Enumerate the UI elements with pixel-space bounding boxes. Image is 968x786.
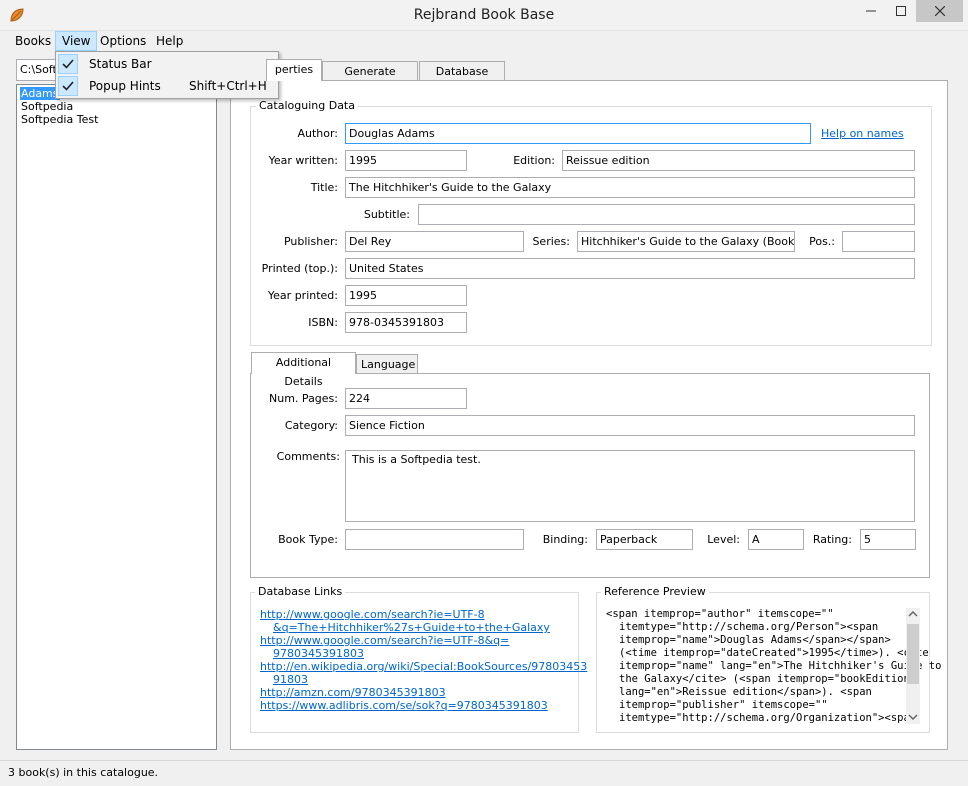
printed-label: Printed (top.): [261,262,338,275]
reference-line: lang="en">Reissue edition</span>). <span [619,686,872,698]
help-on-names-link[interactable]: Help on names [821,127,904,140]
tab-properties[interactable]: perties [266,59,322,81]
isbn-field[interactable]: 978-0345391803 [345,312,467,333]
minimize-button[interactable] [856,0,886,22]
category-field[interactable]: Sience Fiction [345,415,915,436]
menu-popup-hints[interactable]: Popup Hints [89,75,161,97]
db-link-google-1[interactable]: http://www.google.com/search?ie=UTF-8 [260,608,485,621]
author-field[interactable]: Douglas Adams [345,123,811,144]
menu-status-bar[interactable]: Status Bar [89,53,152,75]
reference-line: itemtype="http://schema.org/Person"><spa… [619,621,879,633]
year-written-field[interactable]: 1995 [345,150,467,171]
menu-books[interactable]: Books [9,31,57,51]
reference-line: the Galaxy</cite> (<span itemprop="bookE… [619,673,917,685]
tab-language[interactable]: Language [356,354,418,374]
category-label: Category: [284,419,338,432]
db-link-wikipedia-cont[interactable]: 91803 [273,673,308,686]
reference-line: <span itemprop="author" itemscope="" [606,608,834,620]
title-bar: Rejbrand Book Base [0,0,968,31]
author-label: Author: [297,127,338,140]
book-type-field[interactable] [345,529,524,550]
printed-field[interactable]: United States [345,258,915,279]
menu-bar: Books View Options Help [0,31,968,51]
db-link-google-2[interactable]: http://www.google.com/search?ie=UTF-8&q= [260,634,509,647]
menu-options[interactable]: Options [94,31,152,51]
checkmark-icon [62,81,74,91]
popup-hints-shortcut: Shift+Ctrl+H [189,79,267,93]
db-links-title: Database Links [255,585,346,599]
maximize-icon [896,6,906,16]
status-text: 3 book(s) in this catalogue. [8,766,159,779]
close-icon [934,6,945,16]
list-item[interactable]: Adams [20,87,60,100]
level-label: Level: [707,533,740,546]
year-printed-field[interactable]: 1995 [345,285,467,306]
list-item[interactable]: Softpedia [20,100,74,113]
db-link-amazon[interactable]: http://amzn.com/9780345391803 [260,686,446,699]
rating-label: Rating: [812,533,852,546]
minimize-icon [866,10,876,12]
subtitle-label: Subtitle: [363,208,410,221]
status-bar-check [58,54,78,74]
binding-field[interactable]: Paperback [596,529,693,550]
pos-label: Pos.: [809,235,835,248]
subtitle-field[interactable] [418,204,915,225]
reference-line: itemtype="http://schema.org/Organization… [619,712,917,724]
maximize-button[interactable] [886,0,916,22]
level-field[interactable]: A [748,529,804,550]
scroll-up-icon[interactable] [908,610,918,618]
cataloguing-group-title: Cataloguing Data [256,99,358,113]
title-label: Title: [310,181,338,194]
pos-field[interactable] [842,231,915,252]
year-printed-label: Year printed: [267,289,338,302]
pages-label: Num. Pages: [269,392,338,405]
view-menu-dropdown: Status Bar Popup Hints Shift+Ctrl+H [55,51,279,99]
series-field[interactable]: Hitchhiker's Guide to the Galaxy (Book 1… [577,231,795,252]
publisher-label: Publisher: [283,235,338,248]
db-link-google-2-cont[interactable]: 9780345391803 [273,647,364,660]
pages-field[interactable]: 224 [345,388,467,409]
reference-title: Reference Preview [601,585,709,599]
reference-scrollbar[interactable] [906,608,920,724]
db-link-google-1-cont[interactable]: &q=The+Hitchhiker%27s+Guide+to+the+Galax… [273,621,550,634]
isbn-label: ISBN: [308,316,338,329]
catalogue-list[interactable]: Adams Softpedia Softpedia Test [16,84,217,750]
status-bar: 3 book(s) in this catalogue. [0,760,968,786]
comments-field[interactable]: This is a Softpedia test. [345,450,915,522]
edition-label: Edition: [513,154,555,167]
title-field[interactable]: The Hitchhiker's Guide to the Galaxy [345,177,915,198]
rating-field[interactable]: 5 [860,529,916,550]
publisher-field[interactable]: Del Rey [345,231,524,252]
reference-line: (<time itemprop="dateCreated">1995</time… [619,647,929,659]
binding-label: Binding: [542,533,588,546]
db-link-wikipedia[interactable]: http://en.wikipedia.org/wiki/Special:Boo… [260,660,587,673]
edition-field[interactable]: Reissue edition [562,150,915,171]
close-button[interactable] [916,0,963,22]
window-title: Rejbrand Book Base [413,7,555,23]
menu-help[interactable]: Help [150,31,189,51]
scroll-thumb[interactable] [907,624,919,684]
comments-label: Comments: [276,450,340,463]
year-written-label: Year written: [268,154,338,167]
reference-line: itemprop="publisher" itemscope="" [619,699,828,711]
list-item[interactable]: Softpedia Test [20,113,99,126]
checkmark-icon [62,59,74,69]
menu-view[interactable]: View [55,31,98,51]
popup-hints-check [58,76,78,96]
tab-database-links[interactable]: Database Links [419,61,505,97]
scroll-down-icon[interactable] [908,713,918,721]
tab-generate-report[interactable]: Generate Report [322,61,418,97]
tab-additional-details[interactable]: Additional Details [251,352,356,388]
book-type-label: Book Type: [278,533,338,546]
reference-line: itemprop="name">Douglas Adams</span></sp… [619,634,891,646]
db-link-adlibris[interactable]: https://www.adlibris.com/se/sok?q=978034… [260,699,548,712]
series-label: Series: [532,235,570,248]
reference-line: itemprop="name" lang="en">The Hitchhiker… [619,660,942,672]
